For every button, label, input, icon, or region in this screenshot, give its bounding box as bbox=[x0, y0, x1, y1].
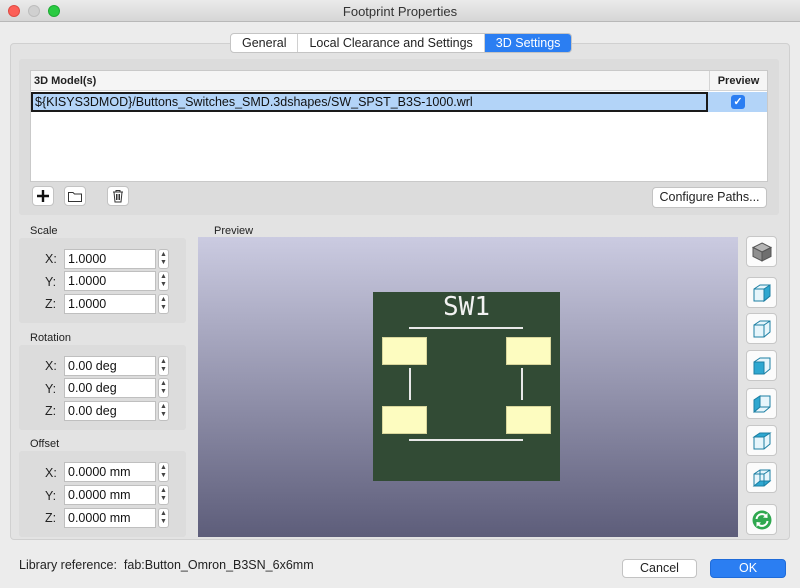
scale-y-stepper[interactable]: ▲ ▼ bbox=[158, 271, 169, 291]
offset-group-label: Offset bbox=[30, 438, 60, 450]
tab-bar: General Local Clearance and Settings 3D … bbox=[230, 33, 573, 53]
view-3d-button[interactable] bbox=[746, 236, 777, 267]
add-model-button[interactable] bbox=[32, 186, 54, 206]
library-reference-label: Library reference: bbox=[19, 558, 117, 572]
rotation-y-stepper[interactable]: ▲ ▼ bbox=[158, 378, 169, 398]
cancel-button[interactable]: Cancel bbox=[622, 559, 697, 578]
offset-y-stepper[interactable]: ▲ ▼ bbox=[158, 485, 169, 505]
model-path-cell[interactable]: ${KISYS3DMOD}/Buttons_Switches_SMD.3dsha… bbox=[31, 92, 708, 112]
folder-icon bbox=[68, 192, 82, 202]
view-front-icon bbox=[753, 320, 771, 338]
rotation-y-field[interactable]: 0.00 deg bbox=[64, 378, 156, 398]
pad-2 bbox=[506, 337, 551, 365]
view-front-button[interactable] bbox=[746, 313, 777, 344]
title-bar: Footprint Properties bbox=[0, 0, 800, 22]
rotation-z-label: Z: bbox=[45, 404, 57, 418]
silkscreen-reference: SW1 bbox=[443, 292, 490, 322]
reload-button[interactable] bbox=[746, 504, 777, 535]
silkscreen-right-line bbox=[521, 368, 523, 400]
scale-x-field[interactable]: 1.0000 bbox=[64, 249, 156, 269]
column-header-preview: Preview bbox=[709, 71, 767, 91]
library-reference: Library reference: fab:Button_Omron_B3SN… bbox=[19, 558, 314, 572]
rotation-group-label: Rotation bbox=[30, 332, 71, 344]
tab-3d-settings[interactable]: 3D Settings bbox=[484, 34, 572, 52]
rotation-y-label: Y: bbox=[45, 382, 57, 396]
scale-y-label: Y: bbox=[45, 275, 57, 289]
view-bottom-icon bbox=[752, 469, 772, 487]
silkscreen-bottom-line bbox=[409, 439, 523, 441]
scale-y-field[interactable]: 1.0000 bbox=[64, 271, 156, 291]
scale-x-label: X: bbox=[45, 252, 57, 266]
delete-model-button[interactable] bbox=[107, 186, 129, 206]
column-header-model: 3D Model(s) bbox=[34, 75, 97, 87]
scale-z-field[interactable]: 1.0000 bbox=[64, 294, 156, 314]
tab-local-clearance[interactable]: Local Clearance and Settings bbox=[298, 34, 485, 52]
offset-z-field[interactable]: 0.0000 mm bbox=[64, 508, 156, 528]
scale-group-label: Scale bbox=[30, 225, 58, 237]
offset-z-stepper[interactable]: ▲ ▼ bbox=[158, 508, 169, 528]
silkscreen-top-line bbox=[409, 327, 523, 329]
scale-z-stepper[interactable]: ▲ ▼ bbox=[158, 294, 169, 314]
ok-button[interactable]: OK bbox=[710, 559, 786, 578]
rotation-x-label: X: bbox=[45, 359, 57, 373]
rotation-z-stepper[interactable]: ▲ ▼ bbox=[158, 401, 169, 421]
rotation-z-field[interactable]: 0.00 deg bbox=[64, 401, 156, 421]
library-reference-value: fab:Button_Omron_B3SN_6x6mm bbox=[123, 558, 314, 572]
models-table: 3D Model(s) Preview ${KISYS3DMOD}/Button… bbox=[30, 70, 768, 182]
offset-z-label: Z: bbox=[45, 511, 57, 525]
view-right-icon bbox=[753, 284, 771, 303]
configure-paths-button[interactable]: Configure Paths... bbox=[652, 187, 767, 208]
pad-3 bbox=[382, 406, 427, 434]
preview-checkbox[interactable]: ✓ bbox=[731, 95, 745, 109]
view-3d-icon bbox=[751, 242, 773, 262]
scale-z-label: Z: bbox=[45, 297, 57, 311]
footprint-properties-dialog: Footprint Properties General Local Clear… bbox=[0, 0, 800, 588]
table-row[interactable]: ${KISYS3DMOD}/Buttons_Switches_SMD.3dsha… bbox=[31, 92, 767, 112]
view-right-button[interactable] bbox=[746, 277, 777, 308]
preview-label: Preview bbox=[214, 225, 254, 237]
offset-y-field[interactable]: 0.0000 mm bbox=[64, 485, 156, 505]
rotation-x-stepper[interactable]: ▲ ▼ bbox=[158, 356, 169, 376]
view-bottom-button[interactable] bbox=[746, 462, 777, 493]
silkscreen-left-line bbox=[409, 368, 411, 400]
offset-y-label: Y: bbox=[45, 489, 57, 503]
models-table-header: 3D Model(s) Preview bbox=[31, 71, 767, 91]
scale-x-stepper[interactable]: ▲ ▼ bbox=[158, 249, 169, 269]
trash-icon bbox=[113, 190, 123, 203]
tab-general[interactable]: General bbox=[231, 34, 299, 52]
view-top-button[interactable] bbox=[746, 350, 777, 381]
offset-x-label: X: bbox=[45, 466, 57, 480]
pad-1 bbox=[382, 337, 427, 365]
reload-icon bbox=[752, 510, 772, 530]
view-back-icon bbox=[752, 432, 772, 450]
plus-icon bbox=[37, 190, 49, 202]
offset-x-stepper[interactable]: ▲ ▼ bbox=[158, 462, 169, 482]
view-back-button[interactable] bbox=[746, 425, 777, 456]
window-title: Footprint Properties bbox=[342, 4, 458, 19]
rotation-x-field[interactable]: 0.00 deg bbox=[64, 356, 156, 376]
offset-x-field[interactable]: 0.0000 mm bbox=[64, 462, 156, 482]
view-top-icon bbox=[753, 357, 771, 375]
view-left-icon bbox=[753, 395, 771, 414]
view-left-button[interactable] bbox=[746, 388, 777, 419]
pad-4 bbox=[506, 406, 551, 434]
browse-model-button[interactable] bbox=[64, 186, 86, 206]
